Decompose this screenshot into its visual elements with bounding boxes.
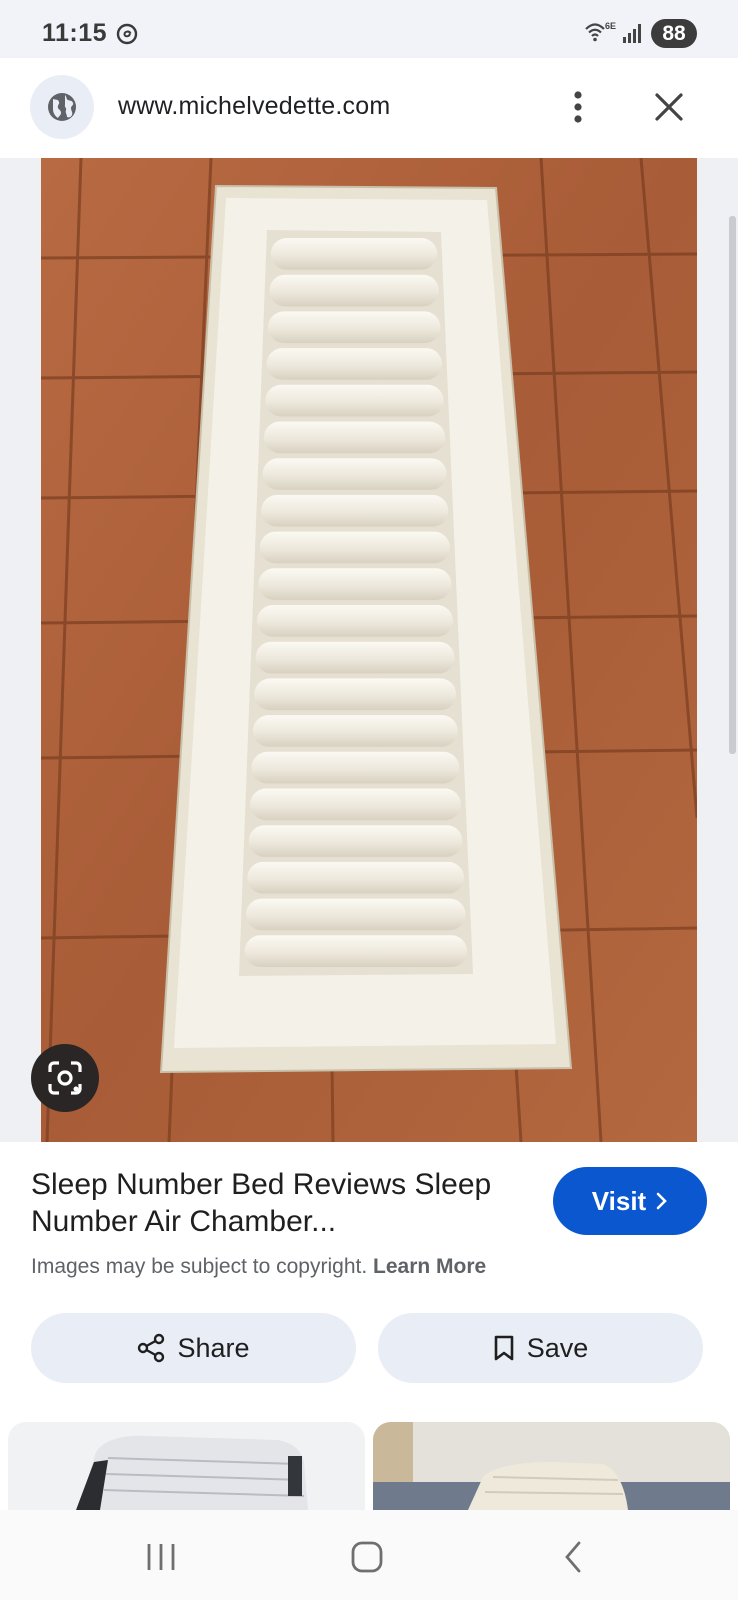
scrollbar[interactable] <box>729 216 736 754</box>
copyright-text: Images may be subject to copyright. <box>31 1255 368 1278</box>
home-icon <box>351 1541 383 1573</box>
save-button[interactable]: Save <box>378 1313 703 1383</box>
mattress-rib <box>265 384 444 417</box>
browser-header: www.michelvedette.com <box>0 58 738 158</box>
related-image-2[interactable] <box>373 1422 730 1510</box>
mattress-rib <box>261 494 449 527</box>
image-viewer <box>0 158 738 1142</box>
url-text[interactable]: www.michelvedette.com <box>118 92 390 121</box>
result-title[interactable]: Sleep Number Bed Reviews Sleep Number Ai… <box>31 1166 531 1240</box>
visit-button[interactable]: Visit <box>553 1167 707 1235</box>
chevron-right-icon <box>656 1192 668 1210</box>
related-image-1-photo <box>8 1422 365 1510</box>
mattress-rib <box>250 788 461 821</box>
mattress-rib <box>251 751 460 784</box>
close-icon <box>655 93 683 121</box>
share-label: Share <box>177 1332 250 1363</box>
navigation-bar <box>0 1510 738 1600</box>
mattress-rib <box>252 715 458 747</box>
close-button[interactable] <box>646 84 692 130</box>
site-info-button[interactable] <box>30 75 94 139</box>
network-type-label: 6E <box>605 21 616 31</box>
mattress-photo <box>41 158 697 1142</box>
mattress-rib <box>269 274 439 307</box>
mattress-rib <box>262 458 447 490</box>
mattress-rib <box>266 348 442 380</box>
mattress-rib <box>258 568 452 600</box>
visit-label: Visit <box>591 1185 647 1216</box>
more-options-button[interactable] <box>558 84 598 130</box>
result-image[interactable] <box>41 158 697 1142</box>
status-time: 11:15 <box>42 19 108 47</box>
recents-button[interactable] <box>136 1537 186 1577</box>
signal-icon <box>623 24 641 43</box>
mattress-rib <box>263 421 446 454</box>
back-button[interactable] <box>548 1537 598 1577</box>
bookmark-icon <box>494 1335 514 1361</box>
related-image-2-photo <box>373 1422 730 1510</box>
mattress-rib <box>245 898 466 931</box>
threads-icon <box>116 23 138 45</box>
mattress-rib <box>257 605 453 637</box>
mattress-rib <box>270 238 438 270</box>
mattress-rib <box>248 825 463 857</box>
globe-icon <box>48 93 76 121</box>
battery-indicator: 88 <box>651 19 697 48</box>
related-image-1[interactable] <box>8 1422 365 1510</box>
status-bar: 11:15 6E 88 <box>0 0 738 58</box>
home-button[interactable] <box>342 1537 392 1577</box>
mattress-rib <box>247 861 465 894</box>
lens-search-button[interactable] <box>31 1044 99 1112</box>
mattress-rib <box>268 311 441 344</box>
mattress-rib <box>259 531 450 564</box>
back-icon <box>565 1541 581 1573</box>
mattress-rib <box>254 678 457 711</box>
learn-more-link[interactable]: Learn More <box>373 1255 486 1278</box>
more-vert-icon <box>574 91 582 123</box>
wifi-icon: 6E <box>585 21 616 42</box>
mattress-rib <box>255 641 455 674</box>
recents-icon <box>147 1544 175 1570</box>
google-lens-icon <box>48 1061 82 1095</box>
share-button[interactable]: Share <box>31 1313 356 1383</box>
mattress-rib <box>244 935 468 967</box>
save-label: Save <box>526 1332 589 1363</box>
copyright-notice: Images may be subject to copyright. Lear… <box>31 1255 486 1279</box>
share-icon <box>138 1333 165 1363</box>
